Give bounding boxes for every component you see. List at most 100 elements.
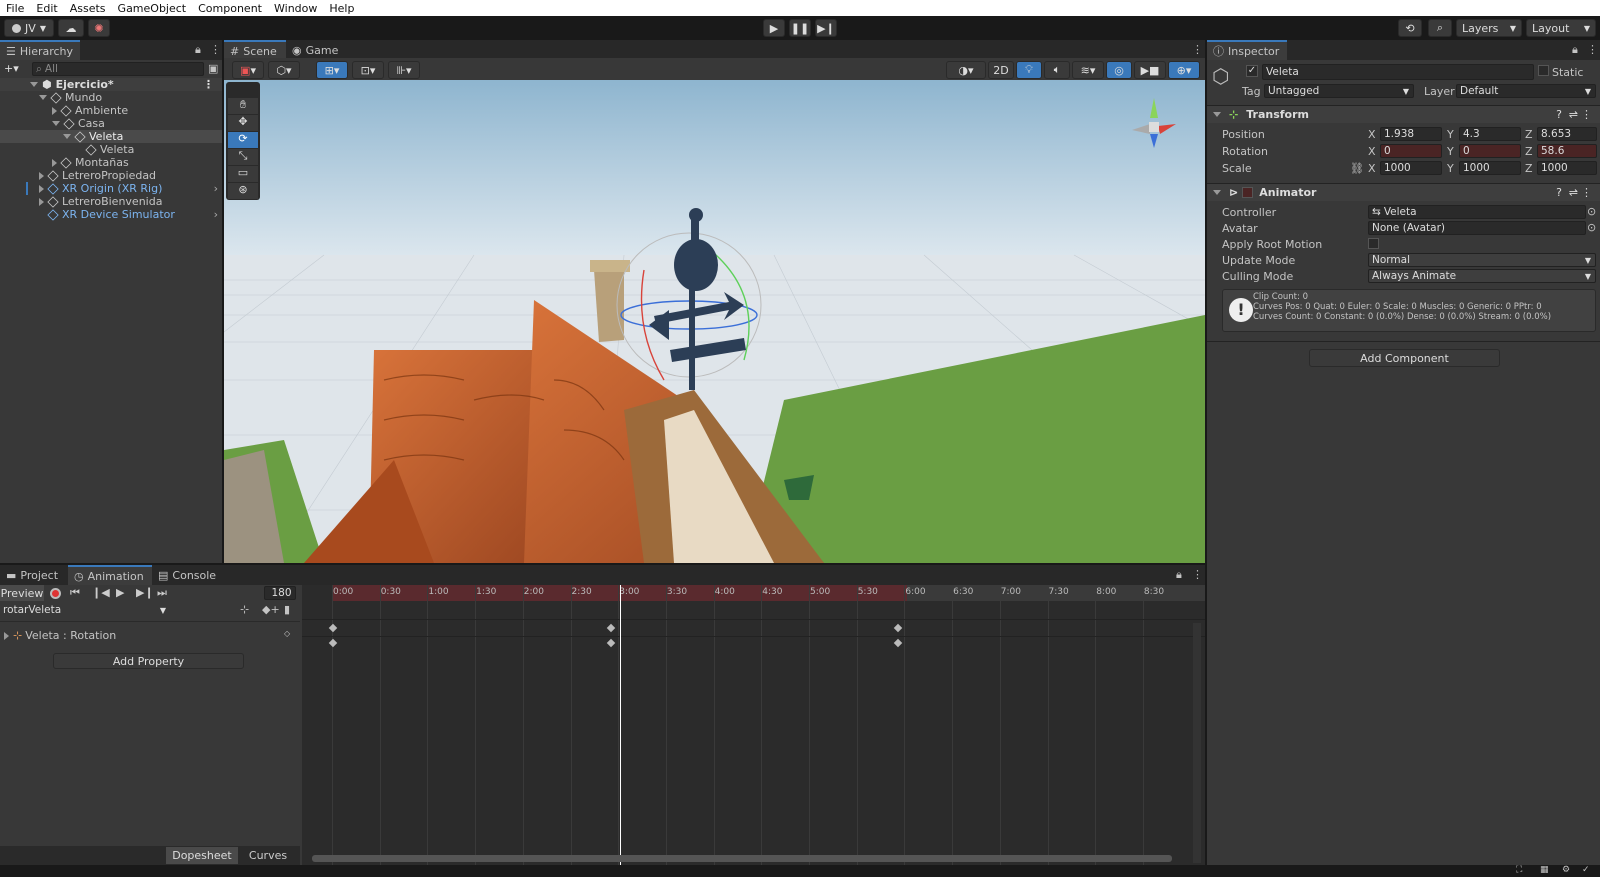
property-row[interactable]: ⊹ Veleta : Rotation [4, 629, 116, 642]
search-button[interactable]: ⌕ [1428, 19, 1452, 37]
snap-increment-button[interactable]: ⊡ ▾ [352, 61, 384, 79]
transform-header[interactable]: ⊹ Transform ? ⇌ ⋮ [1207, 105, 1600, 123]
keyframe-rotation-0[interactable] [328, 638, 338, 648]
timeline-area[interactable]: 0:00 0:30 1:00 1:30 2:00 2:30 3:00 3:30 4:00 4:30… [302, 585, 1205, 865]
gizmos-button[interactable]: ⊕ ▾ [1168, 61, 1200, 79]
preset-icon[interactable]: ⇌ [1569, 108, 1578, 121]
rotation-y-input[interactable]: 0 [1459, 144, 1521, 158]
lock-icon[interactable]: 🔒︎ [1572, 43, 1578, 57]
camera-button[interactable]: ▶■ [1134, 61, 1166, 79]
tab-game[interactable]: ◉ Game [286, 40, 346, 60]
pause-button[interactable]: ❚❚ [789, 19, 811, 37]
axis-gizmo[interactable] [1124, 90, 1184, 160]
toggle-2d-button[interactable]: 2D [988, 61, 1014, 79]
object-picker-icon[interactable]: ⊙ [1587, 205, 1596, 218]
visibility-toggle-button[interactable]: ◎ [1106, 61, 1132, 79]
scale-y-input[interactable]: 1000 [1459, 161, 1521, 175]
more-icon[interactable]: ⋮ [1581, 186, 1592, 199]
more-icon[interactable]: ⋮ [1581, 108, 1592, 121]
tab-animation[interactable]: ◷ Animation [68, 565, 152, 585]
rotation-z-input[interactable]: 58.6 [1537, 144, 1597, 158]
keyframe-summary-6[interactable] [893, 623, 903, 633]
account-button[interactable]: JV ▼ [4, 19, 54, 37]
last-frame-button[interactable]: ⏭︎ [157, 586, 167, 600]
more-icon[interactable]: ⋮ [1192, 568, 1203, 581]
menu-assets[interactable]: Assets [64, 2, 112, 15]
grid-snap-button[interactable]: ⊞ ▾ [316, 61, 348, 79]
object-picker-icon[interactable]: ⊙ [1587, 221, 1596, 234]
keyframe-filter-icon[interactable]: ⊹ [240, 603, 249, 616]
hierarchy-item-letreropropiedad[interactable]: LetreroPropiedad [0, 169, 156, 182]
transform-tool-button[interactable]: ⊛ [228, 183, 258, 199]
chevron-right-icon[interactable]: › [214, 182, 218, 195]
scene-visibility-icon[interactable]: ▣ [208, 62, 218, 75]
lighting-toggle-button[interactable]: 💡︎ [1016, 61, 1042, 79]
add-object-button[interactable]: +▾ [4, 62, 20, 76]
hierarchy-item-mundo[interactable]: Mundo [0, 91, 102, 104]
curves-button[interactable]: Curves [240, 847, 296, 864]
hierarchy-item-ejercicio[interactable]: ⬢ Ejercicio* ⋮ [0, 78, 222, 91]
layout-dropdown[interactable]: Layout ▼ [1526, 19, 1596, 37]
draw-mode-button[interactable]: ▣ ▾ [232, 61, 264, 79]
static-checkbox[interactable] [1538, 65, 1549, 76]
network-icon[interactable]: ⛶ [1516, 865, 1522, 875]
root-motion-checkbox[interactable] [1368, 238, 1379, 249]
menu-help[interactable]: Help [323, 2, 360, 15]
add-component-button[interactable]: Add Component [1309, 349, 1500, 367]
animator-header[interactable]: ⊳ Animator ? ⇌ ⋮ [1207, 183, 1600, 201]
rect-tool-button[interactable]: ▭ [228, 166, 258, 182]
more-icon[interactable]: ⋮ [203, 78, 214, 91]
avatar-field[interactable]: None (Avatar) [1368, 221, 1586, 235]
hierarchy-item-veleta-child[interactable]: Veleta [0, 143, 134, 156]
menu-file[interactable]: File [0, 2, 30, 15]
increment-button[interactable]: ⊪ ▾ [388, 61, 420, 79]
scene-viewport[interactable]: ✋︎ ✥ ⟳ ⤡ ▭ ⊛ [224, 80, 1205, 563]
rotation-x-input[interactable]: 0 [1380, 144, 1442, 158]
hierarchy-item-xr-origin[interactable]: XR Origin (XR Rig) › [0, 182, 222, 195]
hierarchy-item-casa[interactable]: Casa [0, 117, 105, 130]
menu-window[interactable]: Window [268, 2, 323, 15]
hierarchy-item-xr-device-simulator[interactable]: XR Device Simulator › [0, 208, 222, 221]
tab-project[interactable]: ▬ Project [0, 565, 66, 585]
scale-z-input[interactable]: 1000 [1537, 161, 1597, 175]
vertical-scrollbar[interactable] [1193, 623, 1201, 863]
prev-keyframe-button[interactable]: ❙◀ [92, 586, 110, 599]
tab-inspector[interactable]: ⓘ Inspector [1207, 40, 1287, 60]
enabled-checkbox[interactable] [1242, 187, 1254, 198]
keyframe-rotation-3[interactable] [606, 638, 616, 648]
position-x-input[interactable]: 1.938 [1380, 127, 1442, 141]
frame-input[interactable]: 180 [264, 586, 296, 600]
keyframe-summary-3[interactable] [606, 623, 616, 633]
play-button[interactable]: ▶ [763, 19, 785, 37]
position-z-input[interactable]: 8.653 [1537, 127, 1597, 141]
hierarchy-item-letrerobienvenida[interactable]: LetreroBienvenida [0, 195, 162, 208]
clip-dropdown[interactable]: rotarVeleta ▼ [0, 603, 170, 617]
keyframe-diamond-icon[interactable]: ◇ [284, 629, 290, 638]
debug-icon[interactable]: ⚙ [1562, 865, 1570, 875]
controller-field[interactable]: ⇆ Veleta [1368, 205, 1586, 219]
layer-dropdown[interactable]: Default ▼ [1456, 84, 1596, 98]
chevron-right-icon[interactable]: › [214, 208, 218, 221]
tab-console[interactable]: ▤ Console [152, 565, 222, 585]
collab-button[interactable]: ✺ [88, 19, 110, 37]
update-mode-dropdown[interactable]: Normal ▼ [1368, 253, 1596, 267]
first-frame-button[interactable]: ⏮︎ [70, 586, 80, 600]
keyframe-rotation-6[interactable] [893, 638, 903, 648]
tag-dropdown[interactable]: Untagged ▼ [1264, 84, 1414, 98]
hand-tool-button[interactable]: ✋︎ [228, 98, 258, 114]
cache-icon[interactable]: ▦ [1540, 865, 1549, 875]
playhead[interactable] [620, 585, 621, 865]
preview-button[interactable]: Preview [0, 585, 44, 601]
menu-edit[interactable]: Edit [30, 2, 63, 15]
hierarchy-item-montanas[interactable]: Montañas [0, 156, 129, 169]
effects-button[interactable]: ≋ ▾ [1072, 61, 1104, 79]
orientation-button[interactable]: ⬡ ▾ [268, 61, 300, 79]
history-button[interactable]: ⟲ [1398, 19, 1422, 37]
next-keyframe-button[interactable]: ▶❙ [136, 586, 154, 599]
link-icon[interactable]: ⛓︎ [1350, 162, 1364, 175]
culling-mode-dropdown[interactable]: Always Animate ▼ [1368, 269, 1596, 283]
active-checkbox[interactable]: ✓ [1246, 65, 1258, 77]
layers-dropdown[interactable]: Layers ▼ [1456, 19, 1522, 37]
shading-mode-button[interactable]: ◑ ▾ [946, 61, 986, 79]
lock-icon[interactable]: 🔒︎ [1176, 568, 1182, 582]
